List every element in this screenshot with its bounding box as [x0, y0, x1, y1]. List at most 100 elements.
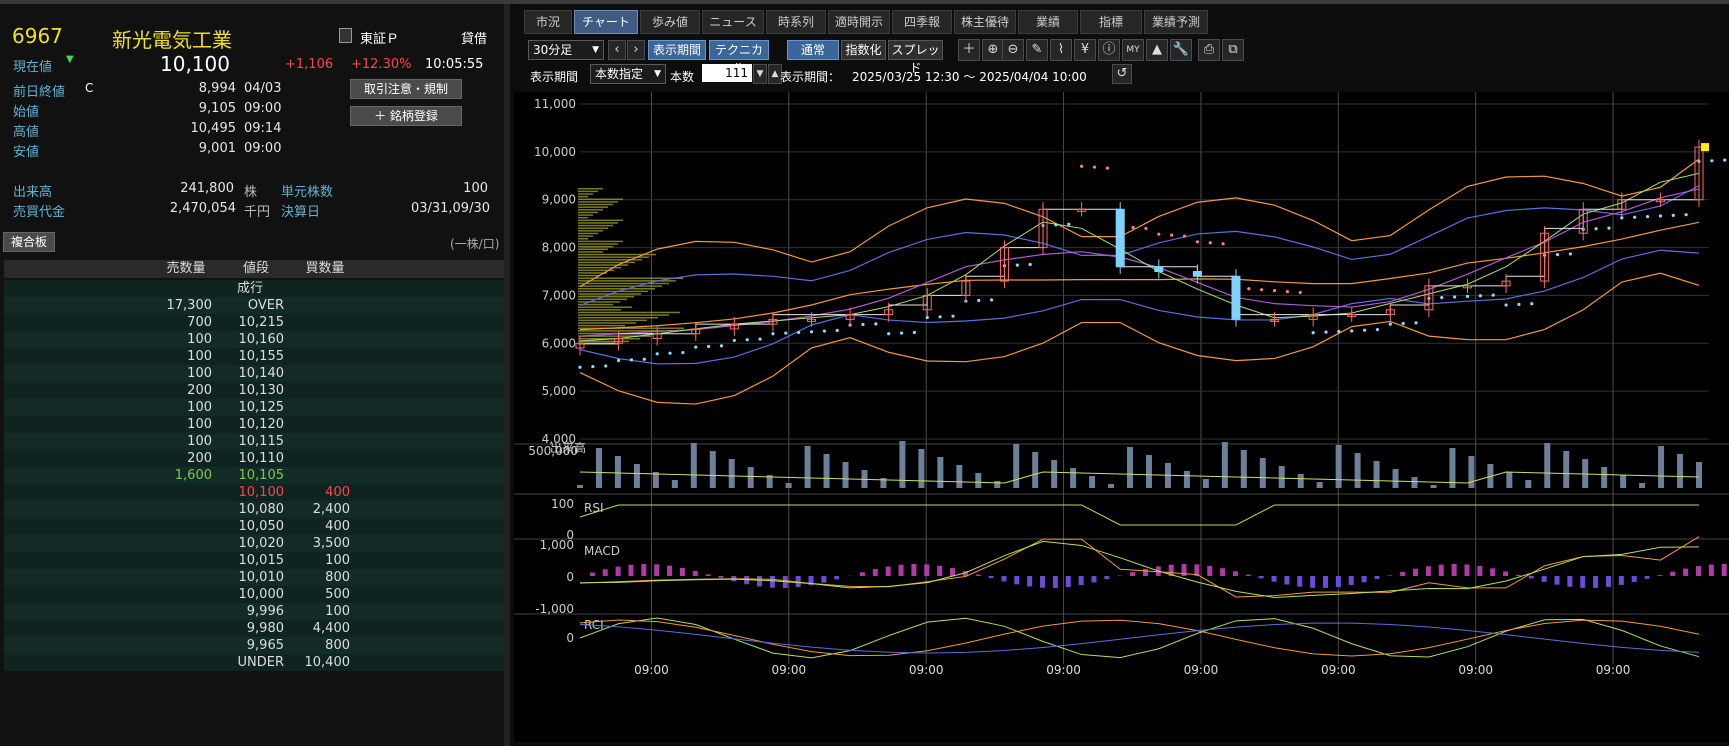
period-mode-select[interactable]: 本数指定 ▼: [590, 64, 666, 84]
sar-dot: [707, 344, 711, 349]
wrench-icon[interactable]: 🔧: [1170, 39, 1192, 61]
period-mode-value: 本数指定: [595, 67, 644, 81]
yen-icon[interactable]: ¥: [1074, 39, 1096, 61]
board-row[interactable]: 200 10,130: [4, 382, 508, 399]
tab-8[interactable]: 業績: [1018, 10, 1078, 34]
low-label: 安値: [13, 145, 40, 160]
sar-dot: [1105, 166, 1109, 170]
sar-dot: [1504, 303, 1508, 307]
tab-3[interactable]: ニュース: [702, 10, 764, 34]
tab-7[interactable]: 株主優待: [954, 10, 1016, 34]
trade-caution-button[interactable]: 取引注意・規制: [350, 79, 462, 99]
board-row[interactable]: 1,600 10,105: [4, 467, 508, 484]
combined-board-button[interactable]: 複合板: [3, 232, 55, 252]
chart-style-icon[interactable]: ⌇: [1050, 39, 1072, 61]
tab-6[interactable]: 四季報: [892, 10, 952, 34]
board-row[interactable]: 10,080 2,400: [4, 501, 508, 518]
document-icon[interactable]: [339, 28, 352, 43]
board-row[interactable]: 10,020 3,500: [4, 535, 508, 552]
prev-close-value: 8,994: [198, 81, 236, 96]
spinner-down-icon[interactable]: ▼: [753, 64, 767, 84]
print-icon[interactable]: ⎙: [1198, 39, 1220, 61]
board-row[interactable]: 成行: [4, 280, 508, 297]
board-row[interactable]: 10,010 800: [4, 569, 508, 586]
board-row[interactable]: 100 10,160: [4, 331, 508, 348]
normal-button[interactable]: 通常: [787, 40, 839, 60]
board-row[interactable]: 10,000 500: [4, 586, 508, 603]
price-volume-bar: [578, 203, 613, 206]
register-stock-button[interactable]: ＋ 銘柄登録: [350, 106, 462, 126]
board-row[interactable]: 9,965 800: [4, 637, 508, 654]
down-arrow-icon: ▼: [66, 54, 74, 65]
board-price: 10,160: [238, 332, 285, 347]
next-icon[interactable]: ›: [627, 40, 645, 60]
board-price: 10,115: [238, 434, 285, 449]
sar-dot: [951, 314, 955, 318]
board-row[interactable]: 700 10,215: [4, 314, 508, 331]
macd-histogram-bar: [654, 564, 660, 576]
price-volume-bar: [578, 298, 627, 301]
index-button[interactable]: 指数化: [841, 40, 886, 60]
tab-0[interactable]: 市況: [524, 10, 572, 34]
tab-5[interactable]: 適時開示: [828, 10, 890, 34]
board-row[interactable]: 10,050 400: [4, 518, 508, 535]
interval-select[interactable]: 30分足 ▼: [528, 40, 604, 60]
my-icon[interactable]: MY: [1122, 39, 1144, 61]
reset-icon[interactable]: ↺: [1112, 64, 1132, 84]
count-input[interactable]: 111: [702, 64, 752, 82]
board-row[interactable]: 10,015 100: [4, 552, 508, 569]
board-row[interactable]: 100 10,140: [4, 365, 508, 382]
board-row[interactable]: 100 10,125: [4, 399, 508, 416]
sar-dot: [758, 337, 762, 341]
sar-dot: [1684, 213, 1688, 217]
macd-histogram-bar: [1078, 576, 1084, 586]
sar-dot: [899, 331, 904, 335]
price-header: 値段: [216, 260, 297, 278]
pencil-icon[interactable]: ✎: [1026, 39, 1048, 61]
prev-icon[interactable]: ‹: [608, 40, 626, 60]
board-row[interactable]: 100 10,120: [4, 416, 508, 433]
volume-bar: [975, 473, 982, 488]
board-row[interactable]: UNDER 10,400: [4, 654, 508, 671]
open-label: 始値: [13, 105, 40, 120]
period-button[interactable]: 表示期間: [648, 40, 706, 60]
price-volume-bar: [578, 309, 621, 311]
spread-button[interactable]: スプレッド: [888, 40, 943, 75]
board-row[interactable]: 10,100 400: [4, 484, 508, 501]
macd-histogram-bar: [1104, 576, 1110, 580]
price-tick-label: 7,000: [542, 288, 576, 302]
macd-histogram-bar: [834, 576, 840, 580]
macd-histogram-bar: [1335, 576, 1341, 587]
tab-4[interactable]: 時系列: [766, 10, 826, 34]
area-chart-icon[interactable]: ▲: [1146, 39, 1168, 61]
price-volume-bar: [578, 319, 647, 322]
crosshair-icon[interactable]: ＋: [958, 39, 980, 61]
tab-2[interactable]: 歩み値: [640, 10, 700, 34]
stock-chart[interactable]: 09:00 09:00 09:00 09:00 09:00 09:00 09:00 09:00…: [514, 92, 1729, 742]
volume-bar: [804, 446, 811, 488]
tab-1[interactable]: チャート: [574, 10, 638, 34]
export-icon[interactable]: ⧉: [1222, 39, 1244, 61]
volume-bar: [1183, 471, 1190, 488]
sar-dot: [1362, 328, 1367, 332]
board-row[interactable]: 17,300 OVER: [4, 297, 508, 314]
macd-histogram-bar: [615, 566, 621, 576]
chart-background: [514, 92, 1729, 742]
board-buy-qty: 400: [325, 485, 350, 500]
sar-dot: [591, 364, 595, 369]
technical-button[interactable]: テクニカル: [709, 40, 769, 75]
tab-9[interactable]: 指標: [1080, 10, 1142, 34]
sar-dot: [1054, 223, 1058, 227]
zoom-in-icon[interactable]: ⊕: [982, 39, 1004, 61]
board-row[interactable]: 9,996 100: [4, 603, 508, 620]
panel-splitter[interactable]: [504, 4, 510, 746]
board-row[interactable]: 9,980 4,400: [4, 620, 508, 637]
price-volume-bar: [578, 311, 680, 314]
tab-10[interactable]: 業績予測: [1144, 10, 1208, 34]
info-icon[interactable]: ⓘ: [1098, 39, 1120, 61]
board-row[interactable]: 100 10,115: [4, 433, 508, 450]
board-row[interactable]: 200 10,110: [4, 450, 508, 467]
board-row[interactable]: 100 10,155: [4, 348, 508, 365]
zoom-out-icon[interactable]: ⊖: [1002, 39, 1024, 61]
macd-tick-label: -1,000: [535, 602, 574, 616]
